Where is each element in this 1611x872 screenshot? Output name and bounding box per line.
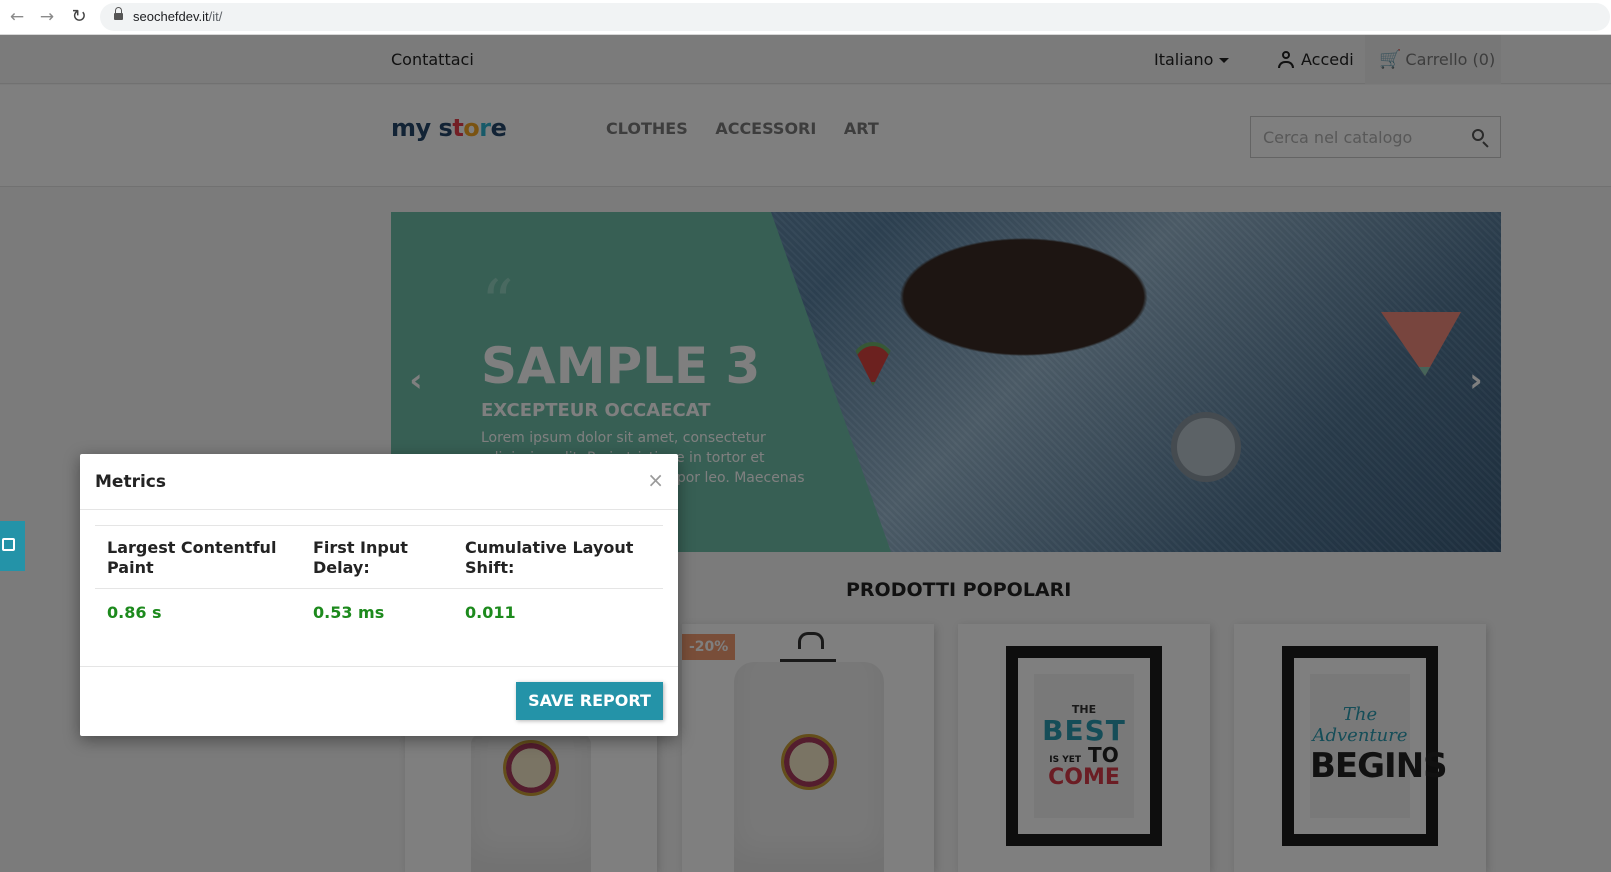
lock-icon [114, 7, 123, 21]
metrics-table: Largest Contentful Paint First Input Del… [95, 525, 663, 636]
address-bar[interactable]: seochefdev.it/it/ [100, 3, 1610, 31]
browser-toolbar: ← → ↻ seochefdev.it/it/ [0, 0, 1611, 35]
column-header-cls: Cumulative Layout Shift: [453, 525, 663, 589]
column-header-fid: First Input Delay: [301, 525, 453, 589]
metrics-modal: Metrics × Largest Contentful Paint First… [80, 454, 678, 736]
fid-value: 0.53 ms [313, 603, 385, 622]
table-header-row: Largest Contentful Paint First Input Del… [95, 525, 663, 589]
url-host: seochefdev.it [133, 9, 209, 24]
lcp-value: 0.86 s [107, 603, 162, 622]
close-icon[interactable]: × [647, 470, 664, 490]
table-row: 0.86 s 0.53 ms 0.011 [95, 589, 663, 637]
column-header-lcp: Largest Contentful Paint [95, 525, 301, 589]
modal-header: Metrics × [80, 454, 678, 510]
edit-icon [2, 538, 15, 551]
url-text: seochefdev.it/it/ [133, 9, 222, 24]
modal-footer: SAVE REPORT [80, 666, 678, 736]
cls-value: 0.011 [465, 603, 516, 622]
save-report-button[interactable]: SAVE REPORT [516, 682, 663, 720]
url-path: /it/ [208, 9, 223, 24]
side-tab-button[interactable] [0, 521, 25, 571]
back-arrow-icon[interactable]: ← [6, 6, 28, 28]
forward-arrow-icon[interactable]: → [36, 6, 58, 28]
reload-icon[interactable]: ↻ [68, 6, 90, 28]
modal-title: Metrics [95, 472, 166, 492]
